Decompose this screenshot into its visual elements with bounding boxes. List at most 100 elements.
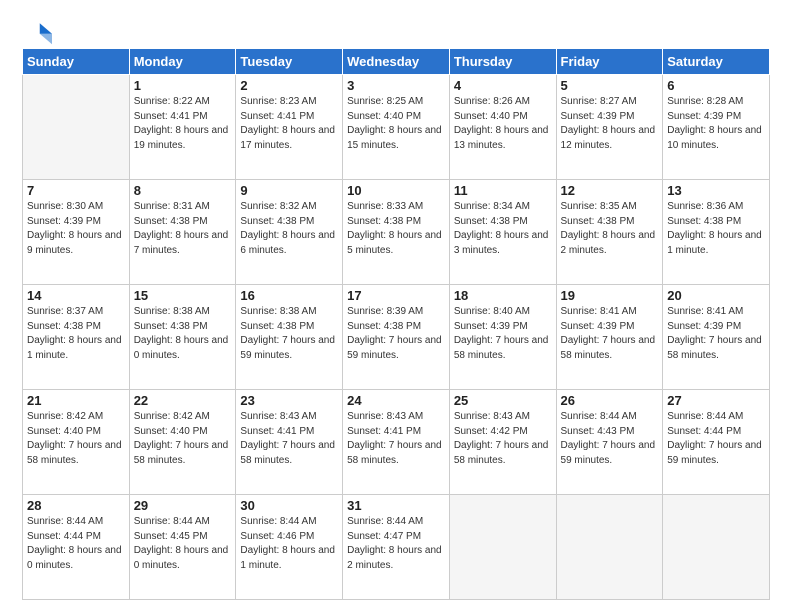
day-number: 26 [561, 393, 659, 408]
calendar-cell [449, 495, 556, 600]
day-info: Sunrise: 8:41 AMSunset: 4:39 PMDaylight:… [667, 305, 765, 363]
calendar-cell: 21 Sunrise: 8:42 AMSunset: 4:40 PMDayligh… [23, 390, 130, 495]
day-number: 17 [347, 288, 445, 303]
calendar-cell: 19 Sunrise: 8:41 AMSunset: 4:39 PMDayligh… [556, 285, 663, 390]
weekday-header-row: SundayMondayTuesdayWednesdayThursdayFrid… [23, 49, 770, 75]
day-number: 2 [240, 78, 338, 93]
day-number: 28 [27, 498, 125, 513]
calendar-cell: 18 Sunrise: 8:40 AMSunset: 4:39 PMDayligh… [449, 285, 556, 390]
day-info: Sunrise: 8:37 AMSunset: 4:38 PMDaylight:… [27, 305, 125, 363]
day-number: 22 [134, 393, 232, 408]
calendar-cell [663, 495, 770, 600]
day-info: Sunrise: 8:32 AMSunset: 4:38 PMDaylight:… [240, 200, 338, 258]
weekday-header: Tuesday [236, 49, 343, 75]
day-number: 23 [240, 393, 338, 408]
weekday-header: Friday [556, 49, 663, 75]
day-info: Sunrise: 8:44 AMSunset: 4:44 PMDaylight:… [27, 515, 125, 573]
calendar-cell: 17 Sunrise: 8:39 AMSunset: 4:38 PMDayligh… [343, 285, 450, 390]
day-info: Sunrise: 8:43 AMSunset: 4:41 PMDaylight:… [347, 410, 445, 468]
calendar-week-row: 14 Sunrise: 8:37 AMSunset: 4:38 PMDayligh… [23, 285, 770, 390]
day-number: 21 [27, 393, 125, 408]
calendar-cell: 28 Sunrise: 8:44 AMSunset: 4:44 PMDayligh… [23, 495, 130, 600]
calendar-cell: 6 Sunrise: 8:28 AMSunset: 4:39 PMDaylight… [663, 75, 770, 180]
calendar-cell: 4 Sunrise: 8:26 AMSunset: 4:40 PMDaylight… [449, 75, 556, 180]
day-number: 25 [454, 393, 552, 408]
logo-icon [24, 18, 52, 46]
day-number: 18 [454, 288, 552, 303]
day-info: Sunrise: 8:25 AMSunset: 4:40 PMDaylight:… [347, 95, 445, 153]
day-number: 13 [667, 183, 765, 198]
calendar-cell: 5Sunrise: 8:27 AMSunset: 4:39 PMDaylight… [556, 75, 663, 180]
calendar-week-row: 28 Sunrise: 8:44 AMSunset: 4:44 PMDayligh… [23, 495, 770, 600]
day-number: 31 [347, 498, 445, 513]
day-info: Sunrise: 8:44 AMSunset: 4:47 PMDaylight:… [347, 515, 445, 573]
day-info: Sunrise: 8:36 AMSunset: 4:38 PMDaylight:… [667, 200, 765, 258]
calendar-cell: 24 Sunrise: 8:43 AMSunset: 4:41 PMDayligh… [343, 390, 450, 495]
day-number: 7 [27, 183, 125, 198]
day-info: Sunrise: 8:30 AMSunset: 4:39 PMDaylight:… [27, 200, 125, 258]
day-info: Sunrise: 8:38 AMSunset: 4:38 PMDaylight:… [134, 305, 232, 363]
calendar-cell: 30 Sunrise: 8:44 AMSunset: 4:46 PMDayligh… [236, 495, 343, 600]
day-number: 30 [240, 498, 338, 513]
calendar-cell: 3 Sunrise: 8:25 AMSunset: 4:40 PMDaylight… [343, 75, 450, 180]
day-number: 16 [240, 288, 338, 303]
day-number: 20 [667, 288, 765, 303]
day-info: Sunrise: 8:23 AMSunset: 4:41 PMDaylight:… [240, 95, 338, 153]
day-info: Sunrise: 8:40 AMSunset: 4:39 PMDaylight:… [454, 305, 552, 363]
day-info: Sunrise: 8:28 AMSunset: 4:39 PMDaylight:… [667, 95, 765, 153]
calendar-cell: 1Sunrise: 8:22 AMSunset: 4:41 PMDaylight… [129, 75, 236, 180]
day-info: Sunrise: 8:38 AMSunset: 4:38 PMDaylight:… [240, 305, 338, 363]
calendar-cell: 23 Sunrise: 8:43 AMSunset: 4:41 PMDayligh… [236, 390, 343, 495]
day-number: 15 [134, 288, 232, 303]
page: SundayMondayTuesdayWednesdayThursdayFrid… [0, 0, 792, 612]
day-info: Sunrise: 8:33 AMSunset: 4:38 PMDaylight:… [347, 200, 445, 258]
calendar-cell: 29 Sunrise: 8:44 AMSunset: 4:45 PMDayligh… [129, 495, 236, 600]
day-info: Sunrise: 8:41 AMSunset: 4:39 PMDaylight:… [561, 305, 659, 363]
calendar-cell: 2 Sunrise: 8:23 AMSunset: 4:41 PMDaylight… [236, 75, 343, 180]
calendar-cell: 11Sunrise: 8:34 AMSunset: 4:38 PMDayligh… [449, 180, 556, 285]
day-number: 8 [134, 183, 232, 198]
day-number: 6 [667, 78, 765, 93]
logo [22, 18, 52, 42]
day-info: Sunrise: 8:44 AMSunset: 4:44 PMDaylight:… [667, 410, 765, 468]
calendar-cell: 14 Sunrise: 8:37 AMSunset: 4:38 PMDayligh… [23, 285, 130, 390]
calendar: SundayMondayTuesdayWednesdayThursdayFrid… [22, 48, 770, 600]
calendar-week-row: 21 Sunrise: 8:42 AMSunset: 4:40 PMDayligh… [23, 390, 770, 495]
calendar-cell: 9 Sunrise: 8:32 AMSunset: 4:38 PMDaylight… [236, 180, 343, 285]
day-info: Sunrise: 8:26 AMSunset: 4:40 PMDaylight:… [454, 95, 552, 153]
calendar-cell: 31 Sunrise: 8:44 AMSunset: 4:47 PMDayligh… [343, 495, 450, 600]
day-info: Sunrise: 8:42 AMSunset: 4:40 PMDaylight:… [27, 410, 125, 468]
day-info: Sunrise: 8:39 AMSunset: 4:38 PMDaylight:… [347, 305, 445, 363]
day-info: Sunrise: 8:27 AMSunset: 4:39 PMDaylight:… [561, 95, 659, 153]
day-info: Sunrise: 8:42 AMSunset: 4:40 PMDaylight:… [134, 410, 232, 468]
day-info: Sunrise: 8:43 AMSunset: 4:41 PMDaylight:… [240, 410, 338, 468]
day-number: 10 [347, 183, 445, 198]
day-number: 3 [347, 78, 445, 93]
day-info: Sunrise: 8:44 AMSunset: 4:46 PMDaylight:… [240, 515, 338, 573]
weekday-header: Wednesday [343, 49, 450, 75]
day-number: 29 [134, 498, 232, 513]
calendar-cell: 7 Sunrise: 8:30 AMSunset: 4:39 PMDaylight… [23, 180, 130, 285]
day-number: 24 [347, 393, 445, 408]
day-number: 4 [454, 78, 552, 93]
calendar-cell: 12Sunrise: 8:35 AMSunset: 4:38 PMDayligh… [556, 180, 663, 285]
day-info: Sunrise: 8:44 AMSunset: 4:43 PMDaylight:… [561, 410, 659, 468]
calendar-cell: 15 Sunrise: 8:38 AMSunset: 4:38 PMDayligh… [129, 285, 236, 390]
day-number: 11 [454, 183, 552, 198]
calendar-cell: 10 Sunrise: 8:33 AMSunset: 4:38 PMDayligh… [343, 180, 450, 285]
day-info: Sunrise: 8:43 AMSunset: 4:42 PMDaylight:… [454, 410, 552, 468]
calendar-cell: 16 Sunrise: 8:38 AMSunset: 4:38 PMDayligh… [236, 285, 343, 390]
day-number: 12 [561, 183, 659, 198]
day-number: 19 [561, 288, 659, 303]
day-number: 14 [27, 288, 125, 303]
calendar-cell: 13 Sunrise: 8:36 AMSunset: 4:38 PMDayligh… [663, 180, 770, 285]
day-info: Sunrise: 8:44 AMSunset: 4:45 PMDaylight:… [134, 515, 232, 573]
day-number: 9 [240, 183, 338, 198]
calendar-cell: 22 Sunrise: 8:42 AMSunset: 4:40 PMDayligh… [129, 390, 236, 495]
calendar-week-row: 7 Sunrise: 8:30 AMSunset: 4:39 PMDaylight… [23, 180, 770, 285]
day-number: 27 [667, 393, 765, 408]
calendar-week-row: 1Sunrise: 8:22 AMSunset: 4:41 PMDaylight… [23, 75, 770, 180]
weekday-header: Monday [129, 49, 236, 75]
day-info: Sunrise: 8:22 AMSunset: 4:41 PMDaylight:… [134, 95, 232, 153]
header [22, 18, 770, 42]
